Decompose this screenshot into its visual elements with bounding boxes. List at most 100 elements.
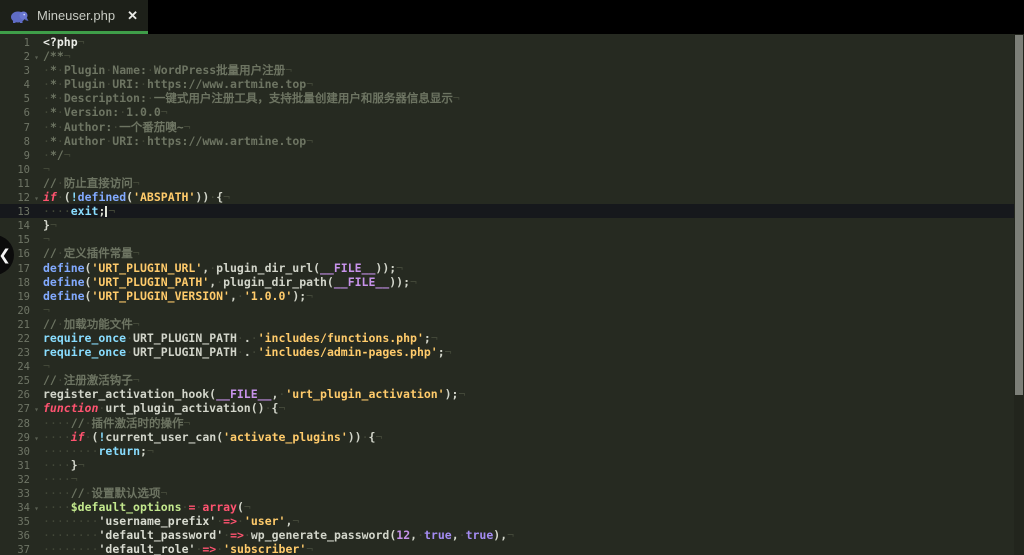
code-line-18[interactable]: 18 define('URT_PLUGIN_PATH',·plugin_dir_…: [0, 275, 1014, 289]
fold-spacer: [30, 375, 43, 389]
code-text: ·*·Plugin·Name:·WordPress批量用户注册¬: [43, 63, 1014, 77]
close-icon[interactable]: ✕: [127, 8, 138, 24]
code-line-27[interactable]: 27▾function·urt_plugin_activation()·{¬: [0, 401, 1014, 415]
code-line-29[interactable]: 29▾····if·(!current_user_can('activate_p…: [0, 430, 1014, 444]
code-line-36[interactable]: 36 ········'default_password'·=>·wp_gene…: [0, 528, 1014, 542]
fold-arrow-icon[interactable]: ▾: [30, 403, 43, 417]
line-number: 9: [0, 149, 30, 163]
code-line-5[interactable]: 5 ·*·Description:·一键式用户注册工具，支持批量创建用户和服务器…: [0, 91, 1014, 105]
line-number: 7: [0, 121, 30, 135]
line-number: 6: [0, 106, 30, 120]
code-line-26[interactable]: 26 register_activation_hook(__FILE__,·'u…: [0, 387, 1014, 401]
fold-arrow-icon[interactable]: ▾: [30, 432, 43, 446]
code-line-30[interactable]: 30 ········return;¬: [0, 444, 1014, 458]
editor-window: Mineuser.php ✕ 1 <?php¬2▾/**¬3 ·*·Plugin…: [0, 0, 1024, 555]
line-number: 18: [0, 276, 30, 290]
line-number: 27: [0, 402, 30, 416]
fold-spacer: [30, 488, 43, 502]
fold-spacer: [30, 544, 43, 555]
code-line-23[interactable]: 23 require_once·URT_PLUGIN_PATH·.·'inclu…: [0, 345, 1014, 359]
code-line-25[interactable]: 25 //·注册激活钩子¬: [0, 373, 1014, 387]
fold-spacer: [30, 474, 43, 488]
code-line-3[interactable]: 3 ·*·Plugin·Name:·WordPress批量用户注册¬: [0, 63, 1014, 77]
code-text: ·*·Version:·1.0.0¬: [43, 105, 1014, 119]
line-number: 11: [0, 177, 30, 191]
line-number: 8: [0, 135, 30, 149]
line-number: 26: [0, 388, 30, 402]
fold-spacer: [30, 122, 43, 136]
php-elephant-icon: [9, 9, 29, 23]
fold-spacer: [30, 305, 43, 319]
code-line-6[interactable]: 6 ·*·Version:·1.0.0¬: [0, 105, 1014, 119]
code-line-16[interactable]: 16 //·定义插件常量¬: [0, 246, 1014, 260]
code-line-28[interactable]: 28 ····//·插件激活时的操作¬: [0, 416, 1014, 430]
code-line-14[interactable]: 14 }¬: [0, 218, 1014, 232]
fold-spacer: [30, 319, 43, 333]
code-line-35[interactable]: 35 ········'username_prefix'·=>·'user',¬: [0, 514, 1014, 528]
line-number: 14: [0, 219, 30, 233]
vertical-scrollbar[interactable]: [1014, 34, 1024, 555]
fold-spacer: [30, 136, 43, 150]
code-text: ········return;¬: [43, 444, 1014, 458]
code-line-34[interactable]: 34▾····$default_options·=·array(¬: [0, 500, 1014, 514]
code-editor[interactable]: 1 <?php¬2▾/**¬3 ·*·Plugin·Name:·WordPres…: [0, 34, 1024, 555]
fold-spacer: [30, 460, 43, 474]
fold-arrow-icon[interactable]: ▾: [30, 51, 43, 65]
code-text: ····//·设置默认选项¬: [43, 486, 1014, 500]
code-line-7[interactable]: 7 ·*·Author:·一个番茄噢~¬: [0, 120, 1014, 134]
line-number: 22: [0, 332, 30, 346]
code-line-31[interactable]: 31 ····}¬: [0, 458, 1014, 472]
code-line-1[interactable]: 1 <?php¬: [0, 35, 1014, 49]
code-text: ····exit;¬: [43, 204, 1014, 218]
code-text: ····if·(!current_user_can('activate_plug…: [43, 430, 1014, 444]
line-number: 36: [0, 529, 30, 543]
code-line-15[interactable]: 15 ¬: [0, 232, 1014, 246]
code-text: ¬: [43, 303, 1014, 317]
fold-spacer: [30, 389, 43, 403]
code-lines: 1 <?php¬2▾/**¬3 ·*·Plugin·Name:·WordPres…: [0, 35, 1014, 555]
code-line-24[interactable]: 24 ¬: [0, 359, 1014, 373]
code-text: define('URT_PLUGIN_URL',·plugin_dir_url(…: [43, 261, 1014, 275]
fold-arrow-icon[interactable]: ▾: [30, 502, 43, 516]
fold-spacer: [30, 93, 43, 107]
code-line-37[interactable]: 37 ········'default_role'·=>·'subscriber…: [0, 542, 1014, 555]
code-line-11[interactable]: 11 //·防止直接访问¬: [0, 176, 1014, 190]
code-text: ·*·Author:·一个番茄噢~¬: [43, 120, 1014, 134]
line-number: 37: [0, 543, 30, 555]
code-line-33[interactable]: 33 ····//·设置默认选项¬: [0, 486, 1014, 500]
code-text: require_once·URT_PLUGIN_PATH·.·'includes…: [43, 331, 1014, 345]
code-text: ¬: [43, 232, 1014, 246]
fold-spacer: [30, 361, 43, 375]
code-text: ¬: [43, 162, 1014, 176]
code-line-4[interactable]: 4 ·*·Plugin·URI:·https://www.artmine.top…: [0, 77, 1014, 91]
fold-spacer: [30, 446, 43, 460]
code-line-12[interactable]: 12▾if·(!defined('ABSPATH'))·{¬: [0, 190, 1014, 204]
code-line-10[interactable]: 10 ¬: [0, 162, 1014, 176]
tab-mineuser-php[interactable]: Mineuser.php ✕: [0, 0, 148, 34]
code-line-9[interactable]: 9 ·*/¬: [0, 148, 1014, 162]
line-number: 24: [0, 360, 30, 374]
code-text: ····}¬: [43, 458, 1014, 472]
fold-spacer: [30, 220, 43, 234]
code-line-19[interactable]: 19 define('URT_PLUGIN_VERSION',·'1.0.0')…: [0, 289, 1014, 303]
code-text: ········'default_password'·=>·wp_generat…: [43, 528, 1014, 542]
fold-spacer: [30, 530, 43, 544]
code-line-21[interactable]: 21 //·加载功能文件¬: [0, 317, 1014, 331]
code-line-20[interactable]: 20 ¬: [0, 303, 1014, 317]
chevron-left-icon: ❮: [0, 246, 11, 264]
code-line-13[interactable]: 13 ····exit;¬: [0, 204, 1014, 218]
fold-spacer: [30, 248, 43, 262]
fold-spacer: [30, 263, 43, 277]
code-line-8[interactable]: 8 ·*·Author·URI:·https://www.artmine.top…: [0, 134, 1014, 148]
fold-arrow-icon[interactable]: ▾: [30, 192, 43, 206]
code-text: ¬: [43, 359, 1014, 373]
fold-spacer: [30, 291, 43, 305]
scrollbar-thumb[interactable]: [1015, 35, 1023, 395]
code-text: ·*/¬: [43, 148, 1014, 162]
line-number: 2: [0, 50, 30, 64]
code-text: ········'default_role'·=>·'subscriber'¬: [43, 542, 1014, 555]
code-line-17[interactable]: 17 define('URT_PLUGIN_URL',·plugin_dir_u…: [0, 261, 1014, 275]
code-line-22[interactable]: 22 require_once·URT_PLUGIN_PATH·.·'inclu…: [0, 331, 1014, 345]
code-line-32[interactable]: 32 ····¬: [0, 472, 1014, 486]
code-line-2[interactable]: 2▾/**¬: [0, 49, 1014, 63]
